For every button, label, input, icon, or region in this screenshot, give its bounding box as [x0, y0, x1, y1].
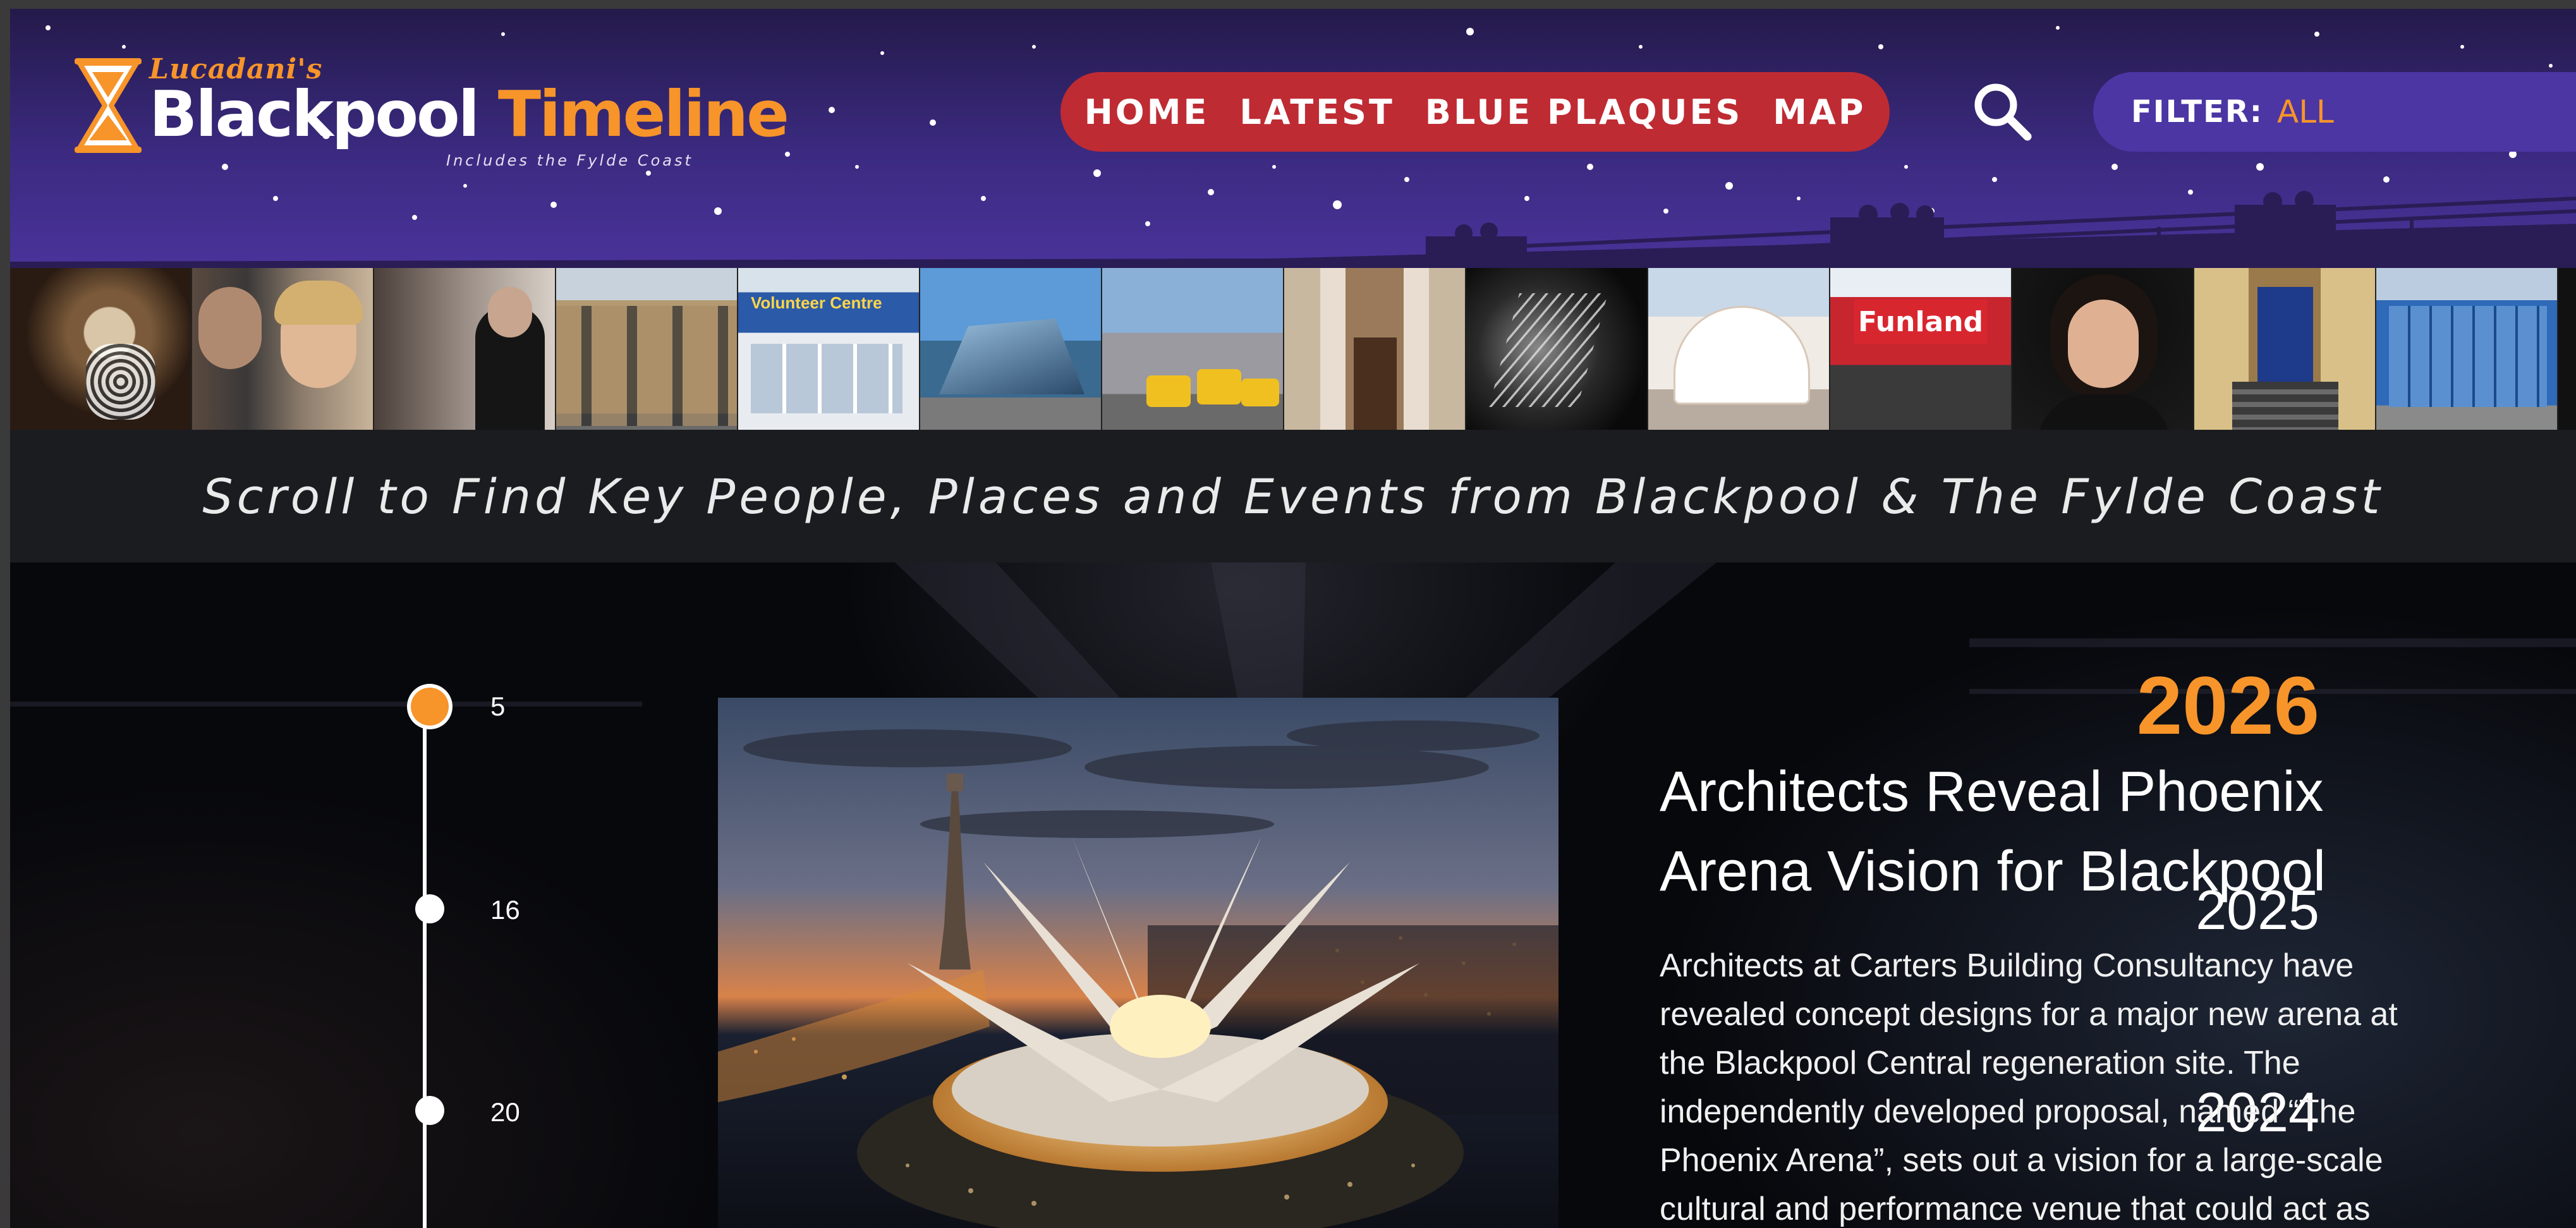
filter-value: ALL [2276, 94, 2334, 130]
page: Lucadani's Blackpool Timeline Includes t… [10, 9, 2576, 1228]
strip-tile-glass-building[interactable] [920, 268, 1102, 430]
site-logo[interactable]: Lucadani's Blackpool Timeline Includes t… [73, 53, 794, 179]
strip-tile-portrait-vintage[interactable] [10, 268, 192, 430]
strip-tile-people-couple[interactable] [192, 268, 374, 430]
search-button[interactable] [1969, 78, 2035, 144]
phoenix-arena-illustration [718, 698, 1558, 1228]
strip-tile-funland[interactable]: Funland [1830, 268, 2012, 430]
nav-latest[interactable]: LATEST [1239, 92, 1394, 132]
nav-home[interactable]: HOME [1084, 92, 1210, 132]
photo-strip: Volunteer Centre Funland [10, 268, 2576, 430]
nav-blue-plaques[interactable]: BLUE PLAQUES [1425, 92, 1743, 132]
article-body: Architects at Carters Building Consultan… [1660, 947, 2398, 1227]
tagline-band: Scroll to Find Key People, Places and Ev… [10, 430, 2576, 562]
article-image[interactable] [718, 698, 1558, 1228]
strip-tile-blue-door[interactable] [2194, 268, 2376, 430]
strip-tile-white-pavilion[interactable] [1648, 268, 1830, 430]
strip-tile-people-meeting[interactable] [374, 268, 556, 430]
site-header: Lucadani's Blackpool Timeline Includes t… [10, 9, 2576, 268]
filter-dropdown[interactable]: FILTER: ALL [2093, 72, 2576, 152]
tagline: Scroll to Find Key People, Places and Ev… [202, 468, 2384, 525]
volunteer-centre-sign: Volunteer Centre [751, 293, 882, 312]
logo-title-timeline: Timeline [497, 77, 789, 151]
strip-tile-portrait-woman[interactable] [2012, 268, 2194, 430]
article-title[interactable]: Architects Reveal Phoenix Arena Vision f… [1660, 752, 2418, 911]
strip-tile-victorian-terrace[interactable] [556, 268, 738, 430]
timeline-main: 2026 5 2025 16 2024 20 Architects Reveal… [10, 562, 2576, 1228]
timeline-axis [423, 694, 427, 1228]
strip-tile-tower-night[interactable] [1466, 268, 1648, 430]
strip-tile-modern-blue-building[interactable] [2376, 268, 2558, 430]
year-2025-dot[interactable] [415, 894, 444, 923]
strip-tile-volunteer-centre[interactable]: Volunteer Centre [738, 268, 920, 430]
logo-subtitle: Includes the Fylde Coast [446, 152, 693, 169]
strip-tile-stone-doorway[interactable] [1284, 268, 1466, 430]
logo-title: Blackpool Timeline [149, 77, 789, 151]
nav-map[interactable]: MAP [1773, 92, 1866, 132]
year-2024-dot[interactable] [415, 1096, 444, 1125]
hourglass-icon [75, 58, 142, 153]
strip-tile-station-vans[interactable] [1102, 268, 1284, 430]
main-nav: HOME LATEST BLUE PLAQUES MAP [1060, 72, 1890, 152]
year-2024-count: 20 [490, 1097, 520, 1127]
year-2026-count: 5 [490, 691, 506, 721]
year-2026-label[interactable]: 2026 [2137, 661, 2319, 750]
search-icon [1974, 83, 2032, 141]
logo-title-blackpool: Blackpool [149, 77, 480, 151]
filter-label: FILTER: [2131, 94, 2263, 130]
year-2025-count: 16 [490, 895, 520, 925]
funland-sign: Funland [1854, 300, 1987, 344]
year-2026-dot[interactable] [411, 688, 449, 726]
